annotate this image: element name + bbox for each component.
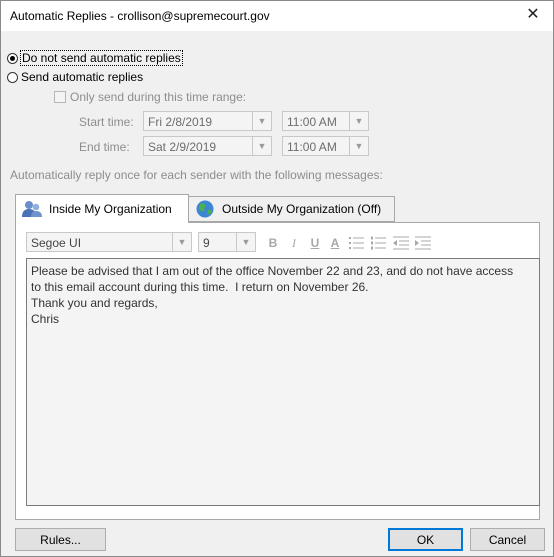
do-not-send-radio[interactable] [7,52,18,64]
decrease-indent-icon[interactable] [393,236,409,250]
chevron-down-icon[interactable]: ▼ [349,112,368,130]
do-not-send-option[interactable]: Do not send automatic replies [7,50,183,66]
instruction-text: Automatically reply once for each sender… [10,168,383,182]
increase-indent-icon[interactable] [415,236,431,250]
chevron-down-icon[interactable]: ▼ [252,112,271,130]
start-time-combo[interactable]: 11:00 AM ▼ [282,111,369,131]
send-automatic-replies-label[interactable]: Send automatic replies [21,70,143,84]
close-icon[interactable]: ✕ [523,5,543,25]
chevron-down-icon[interactable]: ▼ [252,137,271,155]
font-color-button[interactable]: A [327,233,343,253]
message-line: Thank you and regards, [31,296,158,310]
tab-outside-organization[interactable]: Outside My Organization (Off) [189,196,395,222]
tab-inside-organization-label: Inside My Organization [49,202,172,216]
cancel-button-label: Cancel [488,532,527,547]
underline-button[interactable]: U [307,233,323,253]
end-date-combo[interactable]: Sat 2/9/2019 ▼ [143,136,272,156]
start-time-value: 11:00 AM [287,115,337,129]
start-date-combo[interactable]: Fri 2/8/2019 ▼ [143,111,272,131]
title-bar: Automatic Replies - crollison@supremecou… [1,1,553,31]
end-time-combo[interactable]: 11:00 AM ▼ [282,136,369,156]
font-size-combo[interactable]: 9 ▼ [198,232,256,252]
time-range-checkbox[interactable] [54,91,66,103]
tab-inside-organization[interactable]: Inside My Organization [15,194,189,223]
chevron-down-icon[interactable]: ▼ [349,137,368,155]
people-icon [22,201,42,217]
globe-icon [196,200,214,218]
message-editor[interactable]: Please be advised that I am out of the o… [26,258,540,506]
automatic-replies-dialog: Automatic Replies - crollison@supremecou… [0,0,554,557]
font-size-value: 9 [203,236,210,250]
bullet-list-icon[interactable] [349,236,365,250]
send-automatic-replies-option[interactable]: Send automatic replies [7,69,143,85]
numbered-list-icon[interactable] [371,236,387,250]
end-date-value: Sat 2/9/2019 [148,140,217,154]
ok-button[interactable]: OK [388,528,463,551]
chevron-down-icon[interactable]: ▼ [172,233,191,251]
message-line: Chris [31,312,60,326]
start-time-label: Start time: [79,115,134,129]
time-range-option[interactable]: Only send during this time range: [54,90,246,104]
rules-button-label: Rules... [40,532,81,547]
end-time-label: End time: [79,140,130,154]
rules-button[interactable]: Rules... [15,528,106,551]
cancel-button[interactable]: Cancel [470,528,545,551]
italic-button[interactable]: I [286,233,302,253]
start-date-value: Fri 2/8/2019 [148,115,213,129]
bold-button[interactable]: B [265,233,281,253]
end-time-value: 11:00 AM [287,140,337,154]
message-line: Please be advised that I am out of the o… [31,264,514,278]
tab-outside-organization-label: Outside My Organization (Off) [222,202,382,216]
ok-button-label: OK [416,532,435,547]
window-title: Automatic Replies - crollison@supremecou… [10,9,270,23]
chevron-down-icon[interactable]: ▼ [236,233,255,251]
font-name-value: Segoe UI [31,236,82,250]
font-name-combo[interactable]: Segoe UI ▼ [26,232,192,252]
message-line: to this email account during this time. … [31,280,369,294]
send-automatic-replies-radio[interactable] [7,71,18,83]
do-not-send-label[interactable]: Do not send automatic replies [20,50,183,66]
time-range-label: Only send during this time range: [70,90,247,104]
